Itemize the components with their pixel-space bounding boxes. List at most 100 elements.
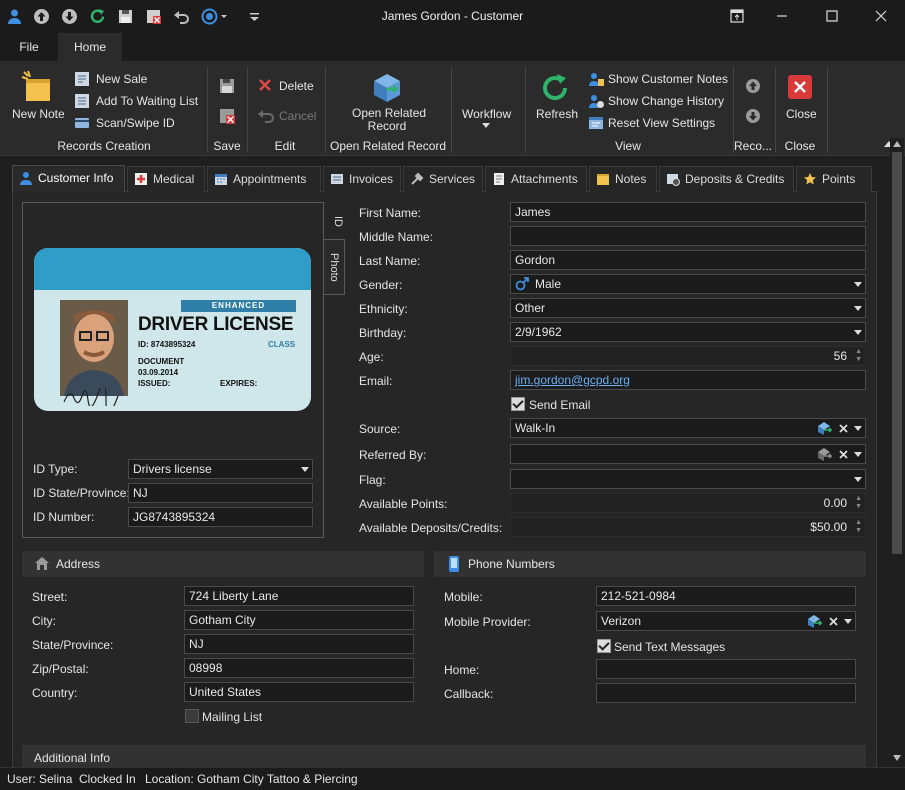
first-name-label: First Name:	[359, 206, 422, 220]
chevron-down-icon[interactable]	[301, 467, 309, 472]
state-field[interactable]: NJ	[184, 634, 414, 654]
mailing-list-checkbox[interactable]	[185, 709, 199, 723]
flag-select[interactable]	[510, 469, 866, 489]
city-label: City:	[32, 614, 56, 628]
tab-invoices[interactable]: Invoices	[323, 166, 401, 192]
id-state-field[interactable]: NJ	[128, 483, 313, 503]
tab-deposits-credits[interactable]: Deposits & Credits	[659, 166, 794, 192]
country-label: Country:	[32, 686, 78, 700]
male-icon	[515, 277, 529, 291]
scrollbar-thumb[interactable]	[892, 152, 902, 554]
send-text-checkbox[interactable]	[597, 639, 611, 653]
scroll-down-icon[interactable]	[893, 755, 901, 761]
new-note-button[interactable]: New Note	[12, 107, 65, 121]
refresh-button[interactable]: Refresh	[536, 107, 578, 121]
phone-section-header: Phone Numbers	[434, 551, 866, 577]
mobile-provider-select[interactable]: Verizon	[596, 611, 856, 631]
last-name-field[interactable]: Gordon	[510, 250, 866, 270]
id-type-select[interactable]: Drivers license	[128, 459, 313, 479]
callback-field[interactable]	[596, 683, 856, 703]
side-tab-id[interactable]: ID	[328, 209, 348, 233]
send-email-checkbox[interactable]	[511, 397, 525, 411]
add-waiting-list-button[interactable]: Add To Waiting List	[96, 94, 198, 108]
save-close-icon[interactable]	[219, 108, 235, 124]
window-title: James Gordon - Customer	[381, 9, 524, 23]
group-records-nav: Reco...	[734, 139, 773, 153]
open-related-record-button[interactable]: Open Related Record	[352, 107, 426, 133]
portrait-icon	[60, 300, 128, 396]
open-record-icon[interactable]	[817, 447, 832, 461]
open-record-icon[interactable]	[817, 421, 832, 435]
id-number-field[interactable]: JG8743895324	[128, 507, 313, 527]
vertical-scrollbar[interactable]	[890, 138, 904, 767]
gender-select[interactable]: Male	[510, 274, 866, 294]
save-icon[interactable]	[219, 78, 235, 94]
close-button[interactable]: Close	[786, 107, 817, 121]
birthday-picker[interactable]: 2/9/1962	[510, 322, 866, 342]
tab-appointments[interactable]: Appointments	[207, 166, 321, 192]
new-note-icon	[21, 70, 50, 101]
maximize-icon[interactable]	[822, 6, 842, 26]
workflow-dropdown-icon[interactable]	[482, 123, 490, 128]
street-label: Street:	[32, 590, 68, 604]
source-select[interactable]: Walk-In	[510, 418, 866, 438]
tab-home[interactable]: Home	[58, 33, 122, 61]
clear-icon[interactable]	[839, 450, 848, 459]
scan-id-button[interactable]: Scan/Swipe ID	[96, 116, 175, 130]
chevron-down-icon[interactable]	[854, 306, 862, 311]
delete-button[interactable]: Delete	[279, 79, 314, 93]
tab-customer-info[interactable]: Customer Info	[12, 165, 125, 192]
cancel-button[interactable]: Cancel	[279, 109, 316, 123]
gender-value: Male	[535, 277, 562, 291]
tab-points[interactable]: Points	[796, 166, 872, 192]
restore-window-icon[interactable]	[727, 6, 747, 26]
show-customer-notes-button[interactable]: Show Customer Notes	[608, 72, 728, 86]
chevron-down-icon[interactable]	[844, 619, 852, 624]
refresh-icon	[543, 74, 567, 100]
chevron-down-icon[interactable]	[854, 477, 862, 482]
signature-image	[63, 388, 119, 406]
send-email-label: Send Email	[529, 398, 591, 412]
clear-icon[interactable]	[839, 424, 848, 433]
ethnicity-select[interactable]: Other	[510, 298, 866, 318]
referred-by-select[interactable]	[510, 444, 866, 464]
deposit-icon	[667, 174, 680, 186]
workflow-button[interactable]: Workflow	[462, 107, 511, 121]
chevron-down-icon[interactable]	[854, 282, 862, 287]
tab-file[interactable]: File	[4, 33, 54, 61]
tab-attachments[interactable]: Attachments	[485, 166, 587, 192]
minimize-icon[interactable]	[772, 6, 792, 26]
scroll-up-icon[interactable]	[893, 141, 901, 147]
tab-notes[interactable]: Notes	[589, 166, 657, 192]
city-field[interactable]: Gotham City	[184, 610, 414, 630]
middle-name-field[interactable]	[510, 226, 866, 246]
additional-info-header[interactable]: Additional Info	[22, 745, 866, 767]
group-records-creation: Records Creation	[57, 139, 151, 153]
chevron-down-icon[interactable]	[854, 426, 862, 431]
tab-services[interactable]: Services	[403, 166, 483, 192]
tab-label: Services	[429, 172, 476, 186]
previous-record-icon[interactable]	[745, 78, 761, 94]
reset-view-settings-button[interactable]: Reset View Settings	[608, 116, 715, 130]
mailing-list-label: Mailing List	[202, 710, 263, 724]
tab-medical[interactable]: Medical	[127, 166, 205, 192]
next-record-icon[interactable]	[745, 108, 761, 124]
side-tab-photo[interactable]: Photo	[323, 239, 345, 295]
show-change-history-button[interactable]: Show Change History	[608, 94, 724, 108]
clear-icon[interactable]	[829, 617, 838, 626]
mobile-field[interactable]: 212-521-0984	[596, 586, 856, 606]
mobile-provider-label: Mobile Provider:	[444, 615, 531, 629]
zip-field[interactable]: 08998	[184, 658, 414, 678]
country-field[interactable]: United States	[184, 682, 414, 702]
ribbon-separator	[827, 67, 828, 153]
new-sale-button[interactable]: New Sale	[96, 72, 147, 86]
chevron-down-icon[interactable]	[854, 330, 862, 335]
first-name-field[interactable]: James	[510, 202, 866, 222]
street-field[interactable]: 724 Liberty Lane	[184, 586, 414, 606]
chevron-down-icon[interactable]	[854, 452, 862, 457]
home-phone-field[interactable]	[596, 659, 856, 679]
open-record-icon[interactable]	[807, 614, 822, 628]
close-window-icon[interactable]	[871, 6, 891, 26]
email-field[interactable]: jim.gordon@gcpd.org	[510, 370, 866, 390]
tab-label: Invoices	[349, 172, 394, 186]
